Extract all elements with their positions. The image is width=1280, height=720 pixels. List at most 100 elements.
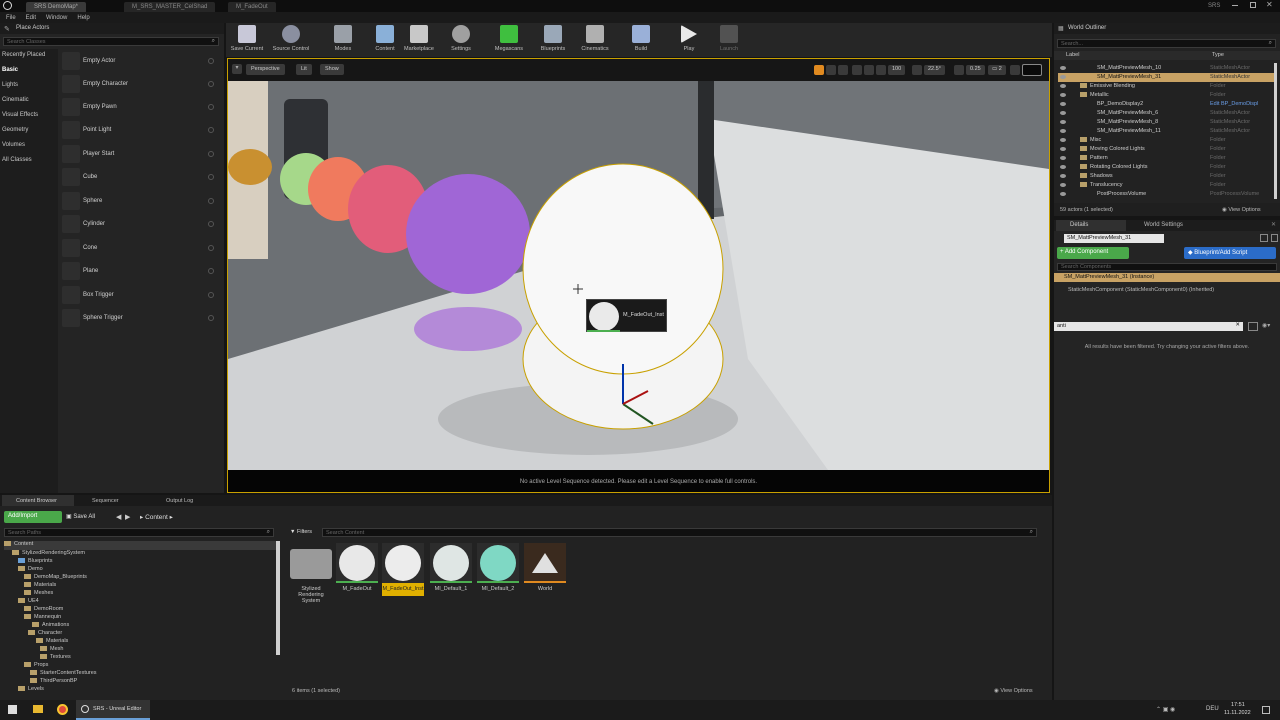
tab-world-settings[interactable]: World Settings [1130, 222, 1183, 228]
viewport-options-button[interactable]: ▾ [232, 64, 242, 74]
menu-edit[interactable]: Edit [26, 15, 36, 21]
scale-snap-icon[interactable] [954, 65, 964, 75]
category-cinematic[interactable]: Cinematic [2, 97, 29, 103]
outliner-row[interactable]: SM_MattPreviewMesh_10 StaticMeshActor [1058, 64, 1274, 73]
tree-item[interactable]: UE4 [18, 598, 39, 604]
play-button[interactable]: Play [670, 25, 708, 52]
outliner-row[interactable]: Pattern Folder [1058, 154, 1274, 163]
outliner-search-input[interactable]: Search... ⌕ [1057, 39, 1276, 48]
component-row[interactable]: StaticMeshComponent (StaticMeshComponent… [1054, 286, 1280, 295]
eye-icon[interactable] [1060, 192, 1066, 196]
outliner-row[interactable]: Rotating Colored Lights Folder [1058, 163, 1274, 172]
system-tray-icons[interactable]: ⌃ ▣ ◉ [1156, 706, 1175, 713]
instance-row[interactable]: SM_MattPreviewMesh_31 (Instance) [1054, 273, 1280, 282]
close-icon[interactable]: ✕ [1266, 0, 1273, 9]
maximize-viewport-icon[interactable] [1010, 65, 1020, 75]
history-forward-icon[interactable]: ▶ [125, 513, 130, 521]
tab-material-fadeout[interactable]: M_FadeOut [228, 2, 276, 12]
grid-snap-value[interactable]: 100 [888, 65, 906, 75]
outliner-row[interactable]: SM_MattPreviewMesh_8 StaticMeshActor [1058, 118, 1274, 127]
tree-scrollbar[interactable] [276, 541, 280, 655]
tree-item[interactable]: Demo [18, 566, 43, 572]
eye-icon[interactable] [1060, 129, 1066, 133]
column-label[interactable]: Label [1066, 52, 1079, 58]
blueprint-script-button[interactable]: ◆ Blueprint/Add Script [1184, 247, 1276, 259]
actor-sphere-trigger[interactable]: Sphere Trigger [62, 309, 218, 331]
outliner-row[interactable]: SM_MattPreviewMesh_11 StaticMeshActor [1058, 127, 1274, 136]
tree-item-content[interactable]: Content [4, 541, 276, 550]
menu-file[interactable]: File [6, 15, 16, 21]
asset-material-instance[interactable]: MI_Default_1 [430, 543, 472, 592]
build-button[interactable]: Build [622, 25, 660, 52]
actor-sphere[interactable]: Sphere [62, 192, 218, 214]
file-explorer-icon[interactable] [33, 705, 43, 713]
outliner-row[interactable]: Translucency Folder [1058, 181, 1274, 190]
tree-item[interactable]: DemoMap_Blueprints [24, 574, 87, 580]
rotation-snap-value[interactable]: 22.5° [924, 65, 945, 75]
outliner-scrollbar[interactable] [1274, 63, 1277, 199]
actor-cone[interactable]: Cone [62, 239, 218, 261]
notification-icon[interactable] [1262, 706, 1270, 714]
content-search-input[interactable]: Search Content ⌕ [322, 528, 1037, 537]
perspective-button[interactable]: Perspective [246, 64, 285, 75]
tree-item[interactable]: Mesh [40, 646, 63, 652]
property-matrix-icon[interactable] [1248, 322, 1258, 331]
close-tab-icon[interactable]: ✕ [1271, 221, 1276, 228]
add-component-button[interactable]: + Add Component [1057, 247, 1129, 259]
tree-item[interactable]: Blueprints [18, 558, 52, 564]
save-current-button[interactable]: Save Current [228, 25, 266, 52]
eye-icon[interactable] [1060, 75, 1066, 79]
actor-cylinder[interactable]: Cylinder [62, 215, 218, 237]
eye-icon[interactable] [1060, 102, 1066, 106]
rotation-snap-icon[interactable] [912, 65, 922, 75]
eye-icon[interactable] [1060, 111, 1066, 115]
category-volumes[interactable]: Volumes [2, 142, 25, 148]
marketplace-button[interactable]: Marketplace [400, 25, 438, 52]
component-search-input[interactable]: Search Components [1057, 263, 1277, 271]
chrome-icon[interactable] [57, 704, 68, 715]
outliner-row[interactable]: Moving Colored Lights Folder [1058, 145, 1274, 154]
column-type[interactable]: Type [1212, 52, 1224, 58]
tree-item[interactable]: StarterContentTextures [30, 670, 97, 676]
actor-point-light[interactable]: Point Light [62, 121, 218, 143]
layout-icon[interactable] [1022, 64, 1042, 76]
asset-folder[interactable]: Stylized Rendering System [290, 543, 332, 604]
add-import-button[interactable]: Add/Import [4, 511, 62, 523]
grid-view-icon[interactable] [1271, 234, 1278, 242]
taskbar-app-unreal[interactable]: SRS - Unreal Editor [76, 700, 150, 720]
surface-snap-icon[interactable] [864, 65, 874, 75]
eye-icon[interactable] [1060, 120, 1066, 124]
tree-item[interactable]: Mannequin [24, 614, 61, 620]
view-options-button[interactable]: ◉ View Options [994, 688, 1033, 694]
scale-tool-icon[interactable] [838, 65, 848, 75]
translate-tool-icon[interactable] [814, 65, 824, 75]
outliner-row[interactable]: Misc Folder [1058, 136, 1274, 145]
eye-icon[interactable] [1060, 174, 1066, 178]
blueprints-button[interactable]: Blueprints [534, 25, 572, 52]
cinematics-button[interactable]: Cinematics [576, 25, 614, 52]
eye-icon[interactable] [1060, 84, 1066, 88]
outliner-row[interactable]: SM_MattPreviewMesh_6 StaticMeshActor [1058, 109, 1274, 118]
breadcrumb[interactable]: ▸ Content ▸ [140, 513, 173, 521]
eye-icon[interactable] [1060, 93, 1066, 97]
history-back-icon[interactable]: ◀ [116, 513, 121, 521]
tab-level[interactable]: SRS DemoMap* [26, 2, 87, 12]
actor-player-start[interactable]: Player Start [62, 145, 218, 167]
tab-content-browser[interactable]: Content Browser [2, 495, 74, 506]
visibility-filter-icon[interactable]: ◉▾ [1262, 322, 1278, 331]
outliner-row[interactable]: BP_DemoDisplay2 Edit BP_DemoDispl [1058, 100, 1274, 109]
tree-item[interactable]: StylizedRenderingSystem [12, 550, 85, 556]
tab-sequencer[interactable]: Sequencer [80, 498, 119, 504]
clock-date[interactable]: 11.11.2022 [1224, 710, 1251, 716]
outliner-row-selected[interactable]: SM_MattPreviewMesh_31 StaticMeshActor [1058, 73, 1274, 82]
content-button[interactable]: Content [366, 25, 404, 52]
camera-speed-button[interactable]: ▭ 2 [988, 65, 1006, 75]
rotate-tool-icon[interactable] [826, 65, 836, 75]
source-control-button[interactable]: Source Control [272, 25, 310, 52]
outliner-row[interactable]: Metallic Folder [1058, 91, 1274, 100]
details-search-input[interactable]: anti ✕ [1054, 322, 1243, 331]
scale-snap-value[interactable]: 0.25 [966, 65, 985, 75]
tree-item[interactable]: DemoRoom [24, 606, 63, 612]
tree-item[interactable]: Materials [36, 638, 68, 644]
minimize-icon[interactable] [1232, 5, 1238, 6]
